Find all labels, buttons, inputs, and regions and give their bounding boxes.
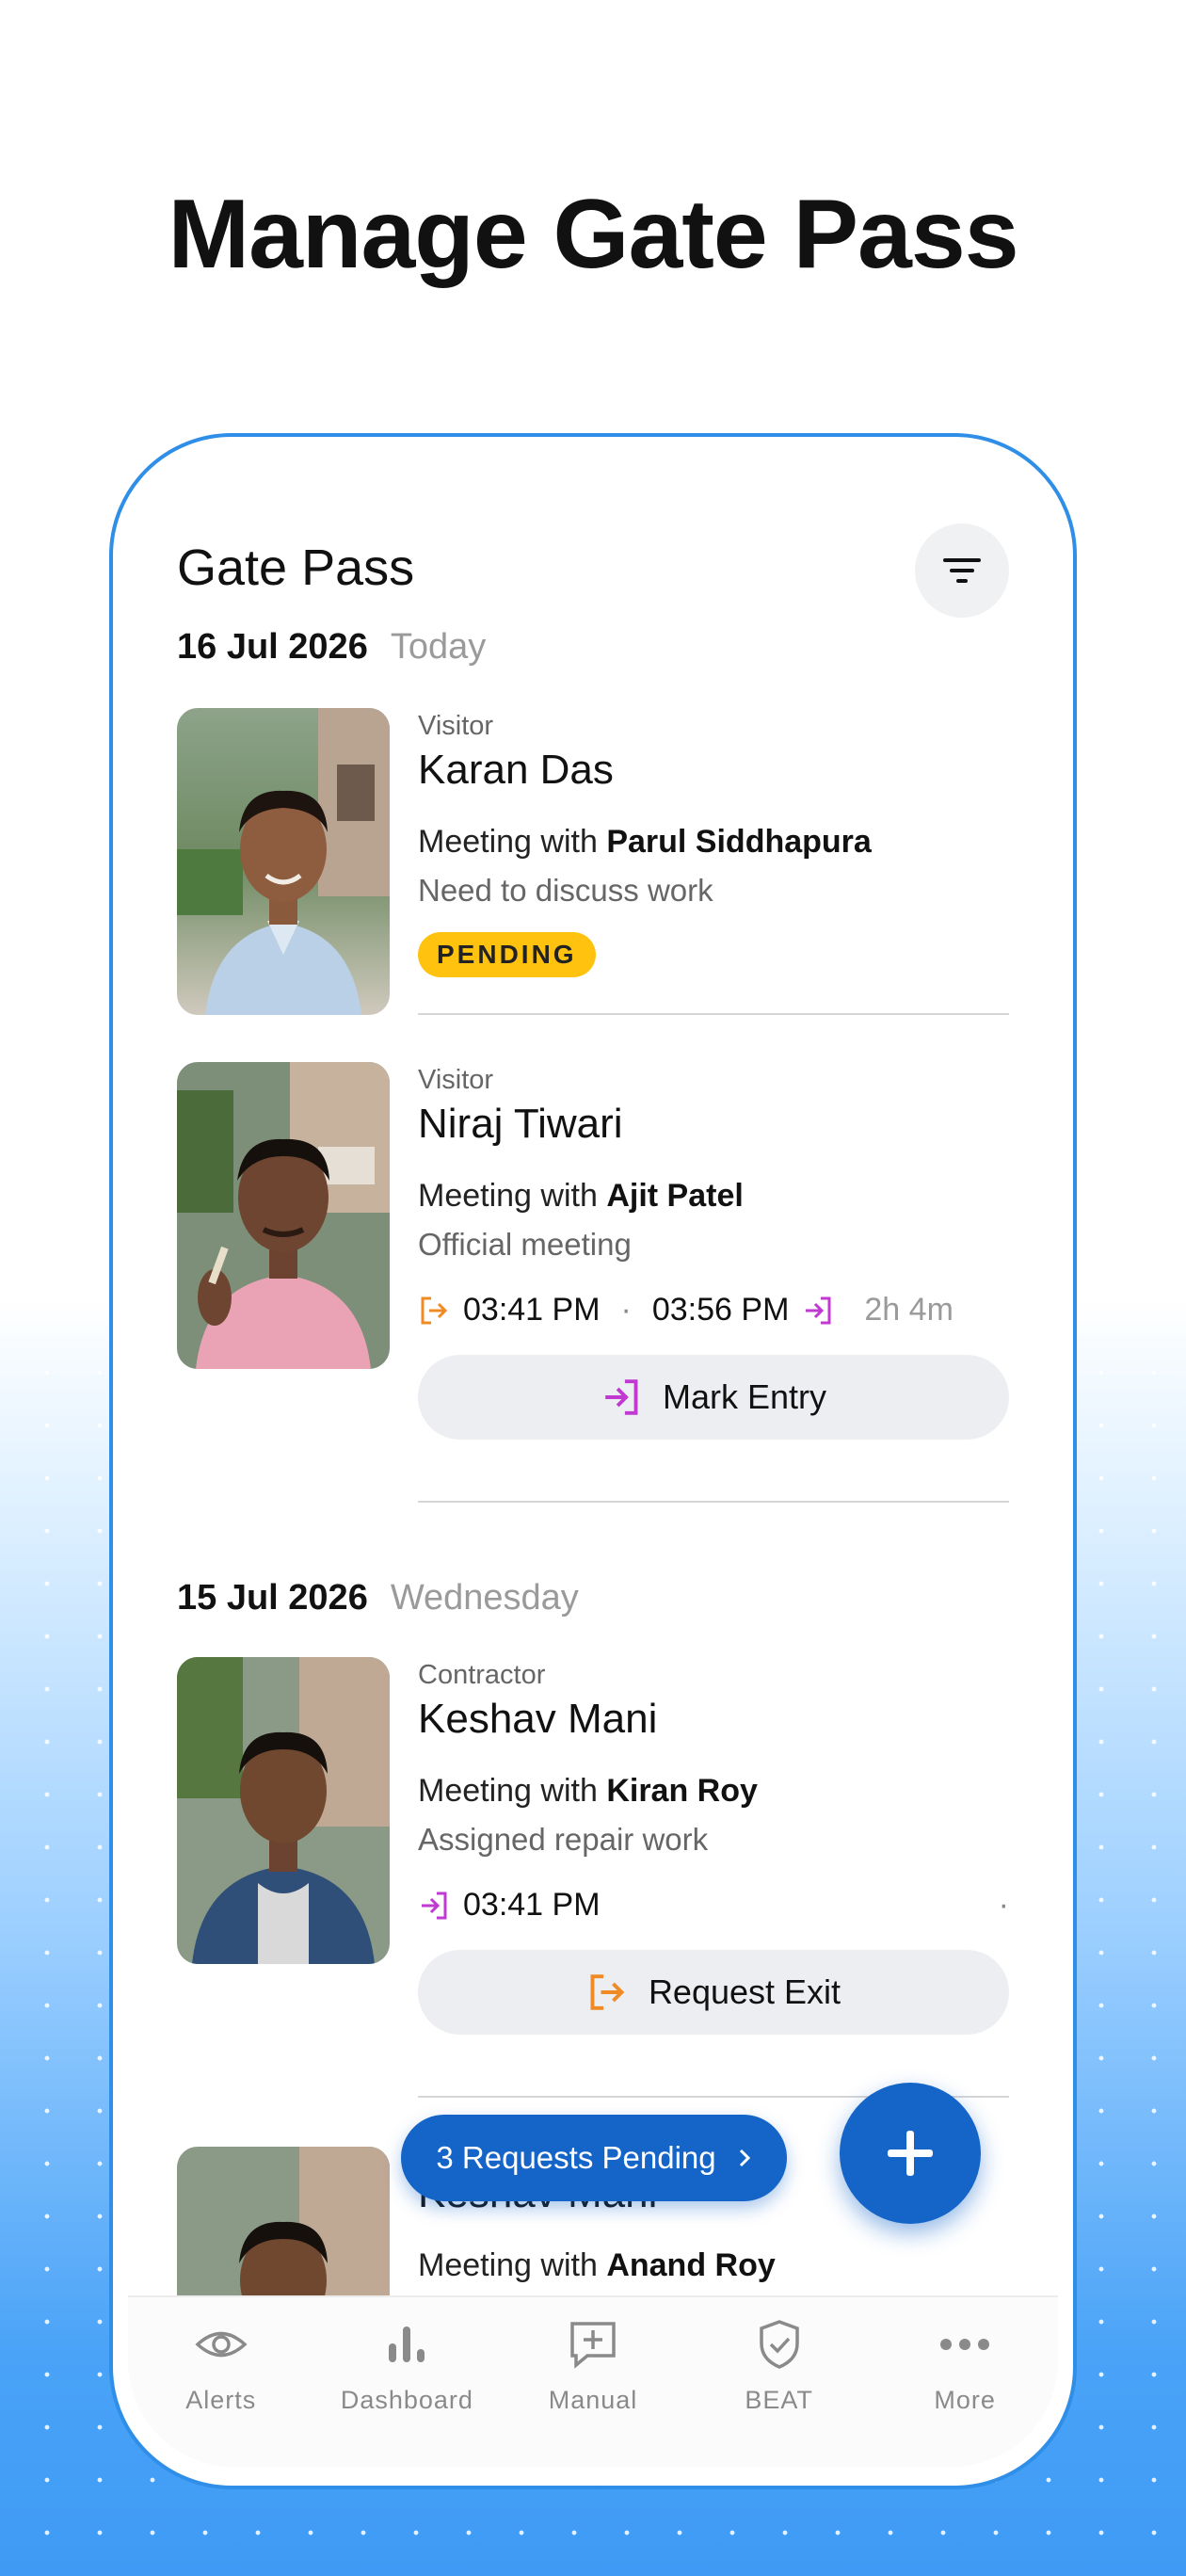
shield-check-icon [751,2316,808,2373]
meeting-prefix: Meeting with [418,1178,598,1214]
app-screen: Gate Pass 16 Jul 2026 Today Visitor Kara… [128,452,1058,2467]
date-label: 16 Jul 2026 [177,627,368,667]
visit-purpose: Assigned repair work [418,1822,709,1857]
visitor-photo [177,1062,390,1369]
card-info: Visitor Niraj Tiwari Meeting with Ajit P… [418,1062,1009,1440]
nav-label: BEAT [745,2386,813,2414]
exit-icon [421,1296,448,1324]
host-name: Parul Siddhapura [606,824,872,860]
meeting-prefix: Meeting with [418,1773,598,1809]
entry-icon [806,1296,831,1324]
weekday-label: Today [390,627,487,667]
card-divider [418,1501,1009,1503]
entry-icon [422,1892,447,1919]
meeting-prefix: Meeting with [418,824,598,860]
pending-label: 3 Requests Pending [436,2140,716,2175]
request-exit-button[interactable]: Request Exit [418,1950,1009,2035]
meeting-line: Meeting with Kiran Roy [418,1770,1009,1811]
visitor-name: Karan Das [418,747,614,793]
host-name: Ajit Patel [606,1178,744,1214]
nav-label: Alerts [185,2386,257,2414]
visitor-photo [177,708,390,1015]
nav-beat[interactable]: BEAT [686,2297,873,2467]
meeting-line: Meeting with Parul Siddhapura [418,821,1009,862]
eye-alert-icon [193,2316,249,2373]
filter-icon [943,558,981,583]
host-name: Kiran Roy [606,1773,758,1809]
entry-icon [605,1379,638,1415]
nav-alerts[interactable]: Alerts [128,2297,314,2467]
meeting-line: Meeting with Anand Roy [418,2245,1009,2286]
duration-label: 2h 4m [864,1292,954,1328]
role-label: Visitor [418,711,494,741]
meeting-line: Meeting with Ajit Patel [418,1175,1009,1216]
add-message-icon [565,2316,621,2373]
pending-requests-button[interactable]: 3 Requests Pending [401,2115,787,2201]
nav-manual[interactable]: Manual [500,2297,686,2467]
entry-time: 03:41 PM [463,1887,601,1923]
gate-pass-list[interactable]: Gate Pass 16 Jul 2026 Today Visitor Kara… [128,452,1058,2295]
plus-icon [888,2131,933,2176]
role-label: Contractor [418,1660,546,1690]
bar-chart-icon [378,2316,435,2373]
card-info: Contractor Keshav Mani Meeting with Kira… [418,1657,1009,2035]
time-separator: · [620,1292,632,1328]
time-row: 03:41 PM · [418,1887,1009,1924]
entry-time: 03:56 PM [651,1292,790,1328]
button-label: Request Exit [648,1972,841,2011]
page-headline: Manage Gate Pass [168,180,1018,289]
contractor-photo [177,2147,390,2295]
more-dots-icon [937,2316,993,2373]
exit-icon [590,1974,625,2010]
exit-time: 03:41 PM [463,1292,601,1328]
nav-more[interactable]: More [872,2297,1058,2467]
visitor-name: Keshav Mani [418,1696,658,1742]
time-row: 03:41 PM · 03:56 PM 2h 4m [418,1292,1009,1328]
mark-entry-button[interactable]: Mark Entry [418,1355,1009,1440]
nav-label: Dashboard [340,2386,473,2414]
filter-button[interactable] [915,523,1009,618]
visit-purpose: Need to discuss work [418,873,713,908]
nav-dashboard[interactable]: Dashboard [314,2297,501,2467]
chevron-right-icon [739,2149,750,2167]
status-badge: PENDING [418,932,596,977]
date-label: 15 Jul 2026 [177,1578,368,1618]
date-header: 16 Jul 2026 Today [177,627,486,668]
card-divider [418,1013,1009,1015]
time-dot: · [998,1887,1009,1923]
add-gate-pass-button[interactable] [840,2083,981,2224]
host-name: Anand Roy [606,2247,776,2283]
card-info: Visitor Karan Das Meeting with Parul Sid… [418,708,1009,977]
visit-purpose: Official meeting [418,1227,632,1262]
nav-label: More [934,2386,996,2414]
contractor-photo [177,1657,390,1964]
date-header: 15 Jul 2026 Wednesday [177,1578,579,1618]
weekday-label: Wednesday [390,1578,579,1618]
meeting-prefix: Meeting with [418,2247,598,2283]
nav-label: Manual [548,2386,638,2414]
role-label: Visitor [418,1065,494,1095]
bottom-navigation: Alerts Dashboard Manual BEAT More [128,2295,1058,2467]
button-label: Mark Entry [662,1377,827,1416]
visitor-name: Niraj Tiwari [418,1101,623,1147]
screen-title: Gate Pass [177,539,415,596]
